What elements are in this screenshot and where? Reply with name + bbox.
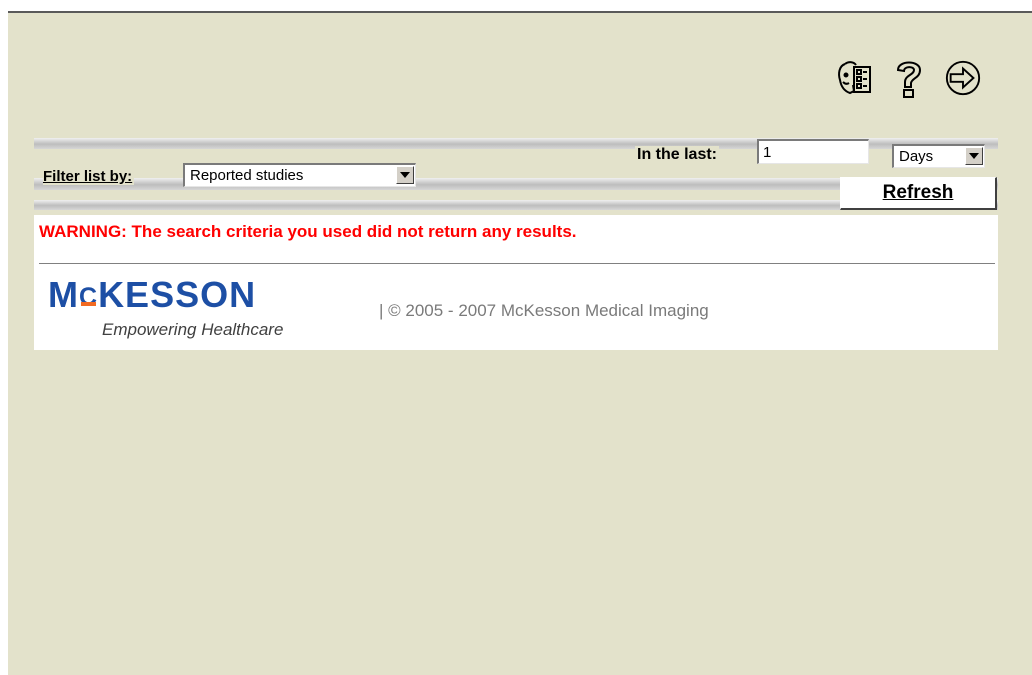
chevron-down-icon bbox=[400, 172, 410, 178]
chevron-down-icon bbox=[969, 153, 979, 159]
logo-tagline: Empowering Healthcare bbox=[102, 320, 284, 339]
filter-dropdown-button[interactable] bbox=[396, 166, 414, 184]
main-panel: Filter list by: Reported studies In the … bbox=[34, 138, 998, 350]
logout-icon[interactable] bbox=[944, 56, 982, 100]
mckesson-logo: MCKESSON Empowering Healthcare bbox=[48, 276, 348, 346]
logo-prefix: M bbox=[48, 274, 79, 315]
logo-wordmark: MCKESSON bbox=[48, 276, 256, 316]
toolbar bbox=[836, 56, 982, 100]
time-unit-dropdown-button[interactable] bbox=[965, 147, 983, 165]
logo-rest: KESSON bbox=[98, 274, 257, 315]
logo-c: C bbox=[79, 278, 98, 316]
filter-bar: Filter list by: Reported studies In the … bbox=[34, 138, 998, 215]
copyright-text: | © 2005 - 2007 McKesson Medical Imaging bbox=[379, 301, 709, 320]
user-settings-icon[interactable] bbox=[836, 56, 874, 100]
filter-select-value: Reported studies bbox=[190, 167, 304, 184]
time-unit-select[interactable]: Days bbox=[892, 144, 985, 168]
warning-message: WARNING: The search criteria you used di… bbox=[39, 222, 577, 241]
divider bbox=[39, 263, 995, 264]
filter-label: Filter list by: bbox=[43, 168, 135, 185]
time-unit-value: Days bbox=[899, 148, 934, 165]
filter-select[interactable]: Reported studies bbox=[183, 163, 416, 187]
help-icon[interactable] bbox=[890, 56, 928, 100]
app-frame: Filter list by: Reported studies In the … bbox=[8, 11, 1032, 675]
refresh-button[interactable]: Refresh bbox=[840, 177, 997, 210]
in-the-last-input[interactable] bbox=[757, 139, 869, 164]
in-the-last-label: In the last: bbox=[635, 146, 720, 164]
